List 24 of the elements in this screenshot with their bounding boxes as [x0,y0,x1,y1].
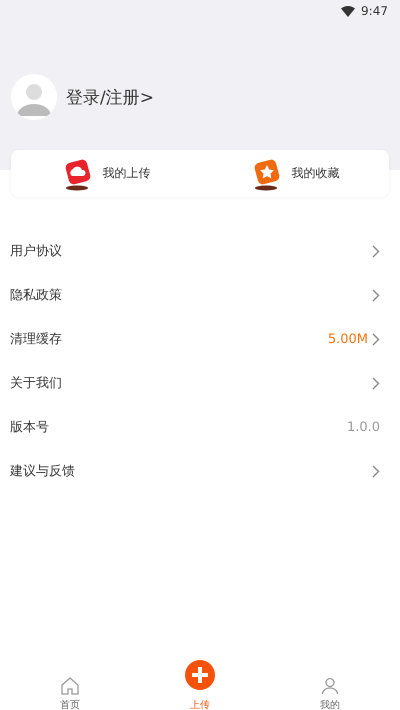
nav-tab[interactable]: 我的 [265,660,395,710]
nav-tab[interactable]: 首页 [5,660,135,710]
menu-item-label[interactable]: 版本号 [10,418,347,436]
wifi-icon [341,6,356,16]
clock-time: 9:47 [361,4,388,18]
plus-icon [185,660,215,690]
shortcut-label[interactable]: 我的收藏 [292,165,340,182]
menu-item-label[interactable]: 用户协议 [10,242,372,260]
login-link[interactable]: 登录/注册> [66,86,154,108]
chevron-right-icon [372,288,380,302]
chevron-right-icon [372,244,380,258]
avatar-icon[interactable] [11,74,57,120]
chevron-right-icon [372,332,380,346]
menu-item-label[interactable]: 隐私政策 [10,286,372,304]
menu-item-label[interactable]: 关于我们 [10,374,372,392]
cache-size: 5.00M [328,332,368,346]
chevron-right-icon [372,464,380,478]
version-number: 1.0.0 [346,420,380,434]
home-icon [60,676,80,696]
menu-item-label[interactable]: 清理缓存 [10,330,328,348]
shortcut-label[interactable]: 我的上传 [102,165,150,182]
person-icon [320,676,340,696]
chevron-right-icon [372,376,380,390]
menu-item-label[interactable]: 建议与反馈 [10,462,372,480]
